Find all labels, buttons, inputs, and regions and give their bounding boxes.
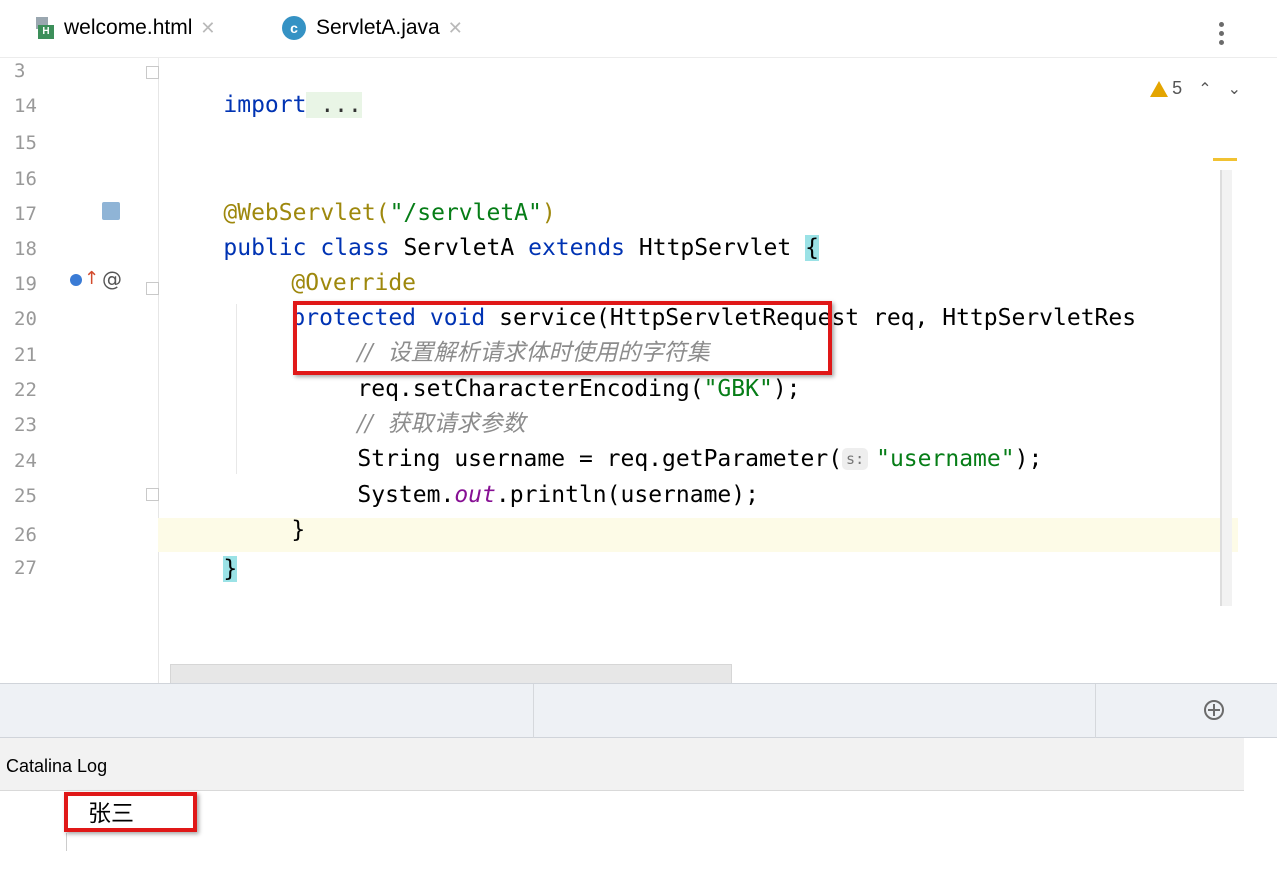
code-line-24[interactable]: System.out.println(username); [302, 444, 759, 546]
more-options-icon[interactable] [1219, 22, 1225, 45]
tab-servleta-java[interactable]: c ServletA.java ✕ [282, 10, 463, 46]
keyword: extends [528, 235, 626, 261]
line-number: 16 [14, 168, 37, 190]
warning-stripe-marker[interactable] [1213, 158, 1237, 161]
string-literal: "GBK" [703, 376, 773, 402]
line-number: 17 [14, 203, 37, 225]
line-number: 25 [14, 485, 37, 507]
line-number: 20 [14, 308, 37, 330]
static-field: out [454, 482, 496, 508]
highlight-box-encoding [293, 301, 832, 375]
next-highlight-icon[interactable]: ⌄ [1228, 79, 1241, 99]
log-title[interactable]: Catalina Log [6, 756, 107, 777]
tab-label: welcome.html [64, 16, 193, 39]
close-icon[interactable]: ✕ [200, 18, 215, 39]
highlight-box-output [64, 792, 197, 832]
html-file-icon: H [36, 17, 58, 39]
inspection-widget[interactable]: 5 ⌃ ⌄ [1150, 78, 1241, 99]
method-call: .println(username); [495, 482, 759, 508]
code-line-3[interactable]: import ... [168, 58, 362, 156]
line-number: 3 [14, 60, 26, 82]
folded-imports[interactable]: ... [306, 92, 362, 118]
line-number: 18 [14, 238, 37, 260]
tab-welcome-html[interactable]: H welcome.html ✕ [36, 10, 215, 46]
closing-brace: } [291, 517, 306, 543]
parameter-name-hint: s: [842, 448, 869, 470]
line-number: 21 [14, 344, 37, 366]
toolbar-separator [1095, 684, 1096, 738]
line-number: 15 [14, 132, 37, 154]
override-at-icon[interactable]: @ [102, 267, 122, 291]
line-number: 26 [14, 524, 37, 546]
line-number: 24 [14, 450, 37, 472]
toolbar-separator [533, 684, 534, 738]
line-number: 23 [14, 414, 37, 436]
warnings-counter[interactable]: 5 [1150, 78, 1182, 99]
code-editor[interactable]: 3 14 15 16 17 18 19 20 21 22 23 24 25 26… [0, 58, 1277, 683]
line-number: 19 [14, 273, 37, 295]
fold-collapse-icon[interactable] [146, 282, 159, 295]
tool-window-toolbar [0, 683, 1277, 738]
call-close: ); [1014, 446, 1043, 472]
log-tab-header: Catalina Log [0, 738, 1244, 791]
log-gutter-line [66, 833, 67, 851]
tab-label: ServletA.java [316, 16, 440, 39]
fold-end-icon[interactable] [146, 488, 159, 501]
previous-highlight-icon[interactable]: ⌃ [1198, 79, 1211, 99]
warning-count: 5 [1172, 78, 1183, 98]
line-number: 14 [14, 95, 37, 117]
servlet-gutter-icon[interactable] [102, 202, 120, 220]
editor-tab-bar: H welcome.html ✕ c ServletA.java ✕ [0, 0, 1277, 58]
warning-icon [1150, 80, 1169, 97]
line-number: 22 [14, 379, 37, 401]
matched-brace: } [223, 556, 238, 582]
vertical-scrollbar[interactable] [1220, 170, 1232, 606]
line-number: 27 [14, 557, 37, 579]
fold-expand-icon[interactable] [146, 66, 159, 79]
superclass-name: HttpServlet [638, 235, 792, 261]
matched-brace: { [805, 235, 819, 261]
close-icon[interactable]: ✕ [448, 18, 463, 39]
crosshair-target-icon[interactable] [1204, 700, 1224, 720]
call-close: ); [772, 376, 801, 402]
string-literal: "username" [876, 446, 1015, 472]
code-line-25[interactable]: } [236, 479, 305, 581]
implementing-method-icon[interactable] [70, 274, 82, 286]
import-keyword: import [223, 92, 307, 118]
class-name: ServletA [403, 235, 515, 261]
horizontal-scrollbar[interactable] [170, 664, 732, 683]
override-arrow-icon[interactable]: ↑ [84, 268, 99, 289]
code-line-26[interactable]: } [168, 518, 238, 620]
class-file-icon: c [282, 16, 306, 40]
class-reference: System. [357, 482, 455, 508]
